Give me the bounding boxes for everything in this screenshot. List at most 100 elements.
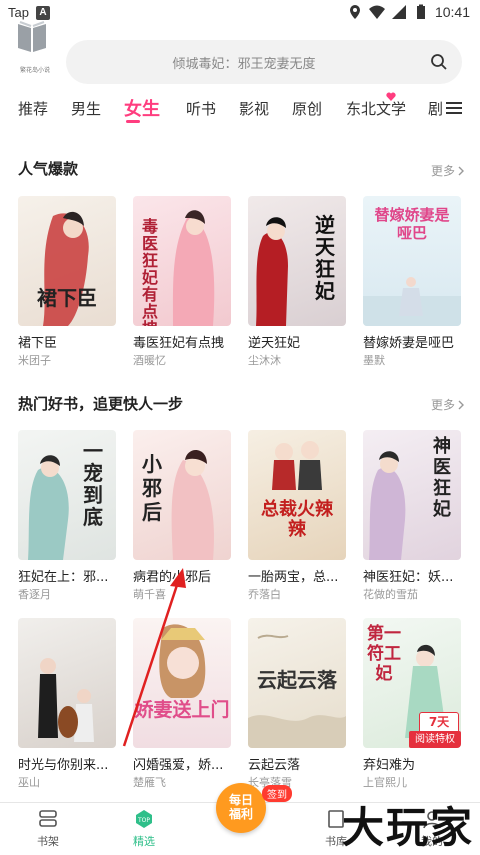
fab-line2: 福利 — [228, 807, 253, 821]
more-label: 更多 — [430, 164, 455, 178]
book-title: 裙下臣 — [18, 336, 58, 351]
book-card[interactable]: 时光与你别来... 巫山 — [18, 618, 116, 789]
book-author: 尘沐沐 — [248, 354, 281, 367]
book-cover[interactable]: 神医狂妃 — [363, 430, 461, 560]
search-placeholder: 倾城毒妃：邪王宠妻无度 — [172, 57, 316, 72]
book-cover[interactable]: 小邪后 — [133, 430, 231, 560]
tab-original[interactable]: 原创 — [292, 98, 322, 119]
cover-art — [38, 658, 94, 742]
tab-film[interactable]: 影视 — [239, 98, 269, 119]
wifi-icon — [368, 5, 385, 19]
book-author: 萌千喜 — [133, 588, 166, 601]
book-card[interactable]: 娇妻送上门 闪婚强爱，娇... 楚雁飞 — [133, 618, 231, 789]
book-cover[interactable]: 云起云落 — [248, 618, 346, 748]
book-title: 逆天狂妃 — [248, 336, 301, 351]
tab-recommend[interactable]: 推荐 — [18, 98, 48, 119]
book-title: 时光与你别来... — [18, 758, 109, 773]
book-card[interactable]: 裙下臣 裙下臣 米团子 — [18, 196, 116, 367]
book-cover[interactable]: 娇妻送上门 — [133, 618, 231, 748]
cover-title: 娇妻送上门 — [134, 699, 230, 721]
book-cover[interactable]: 逆天狂妃 — [248, 196, 346, 326]
featured-icon: TOP — [136, 810, 152, 828]
book-card[interactable]: 总裁火辣辣 一胎两宝，总... 乔落白 — [248, 430, 346, 601]
book-title: 替嫁娇妻是哑巴 — [363, 336, 455, 351]
book-cover[interactable]: 裙下臣 — [18, 196, 116, 326]
cover-title: 毒医狂妃有点拽 — [141, 217, 158, 326]
section-title-hot: 热门好书，追更快人一步 — [18, 395, 184, 413]
section-title-popular: 人气爆款 — [18, 160, 79, 178]
book-title: 毒医狂妃有点拽 — [133, 336, 225, 351]
book-card[interactable]: 逆天狂妃 逆天狂妃 尘沐沐 — [248, 196, 346, 367]
cover-title: 第一符工妃 — [367, 624, 401, 684]
book-cover[interactable]: 替嫁娇妻是哑巴 — [363, 196, 461, 326]
book-title: 狂妃在上：邪... — [18, 570, 109, 585]
book-author: 上官熙儿 — [363, 776, 407, 789]
nav-bookshelf[interactable]: 书架 — [18, 809, 78, 849]
cover-title: 裙下臣 — [37, 286, 97, 310]
chevron-right-icon — [458, 166, 464, 175]
status-right: 10:41 — [347, 4, 470, 20]
book-cover[interactable]: 毒医狂妃有点拽 — [133, 196, 231, 326]
book-card[interactable]: 神医狂妃 神医狂妃：妖... 花做的雪茄 — [363, 430, 461, 601]
book-title: 闪婚强爱，娇... — [133, 758, 224, 773]
book-card[interactable]: 云起云落 云起云落 长亭落雪 — [248, 618, 346, 789]
bookshelf-icon — [39, 810, 57, 827]
cover-title: 小邪后 — [142, 452, 162, 524]
heart-icon — [386, 92, 396, 101]
book-author: 香逐月 — [18, 588, 51, 601]
book-cover[interactable]: 一宠到底 — [18, 430, 116, 560]
category-tabs: 推荐 男生 女生 听书 影视 原创 东北文学 剧 — [0, 94, 480, 124]
book-author: 酒暖忆 — [133, 354, 166, 367]
cover-title: 逆天狂妃 — [315, 213, 335, 303]
book-card[interactable]: 毒医狂妃有点拽 毒医狂妃有点拽 酒暖忆 — [133, 196, 231, 367]
book-cover[interactable]: 总裁火辣辣 — [248, 430, 346, 560]
tab-male[interactable]: 男生 — [71, 98, 101, 119]
tab-northeast[interactable]: 东北文学 — [346, 98, 406, 119]
book-author: 楚雁飞 — [133, 776, 166, 789]
app-logo-icon[interactable] — [16, 18, 48, 54]
cover-title: 一宠到底 — [83, 439, 103, 529]
cover-title: 替嫁娇妻是哑巴 — [374, 206, 450, 242]
book-title: 一胎两宝，总... — [248, 570, 339, 585]
cover-art — [272, 441, 322, 490]
cover-art — [159, 624, 206, 698]
book-card[interactable]: 小邪后 病君的小邪后 萌千喜 — [133, 430, 231, 601]
book-title: 云起云落 — [248, 758, 301, 773]
daily-bonus-button[interactable]: 每日 福利 — [216, 783, 266, 833]
tab-audiobook[interactable]: 听书 — [186, 98, 216, 119]
badge-label: 阅读特权 — [409, 731, 461, 748]
status-bar: Tap A 10:41 — [0, 0, 480, 28]
watermark: 大玩家 — [341, 803, 474, 852]
tab-female[interactable]: 女生 — [124, 95, 160, 121]
book-title: 弃妇难为 — [363, 758, 416, 773]
app-logo-text: 繁花岛小说 — [19, 67, 50, 74]
book-card[interactable]: 第一符工妃 7天 阅读特权 弃妇难为 上官熙儿 — [363, 618, 461, 789]
menu-icon[interactable] — [446, 101, 462, 115]
book-title: 神医狂妃：妖... — [363, 570, 454, 585]
book-cover[interactable]: 第一符工妃 7天 阅读特权 — [363, 618, 461, 748]
svg-text:TOP: TOP — [137, 817, 150, 824]
status-time: 10:41 — [434, 4, 470, 20]
book-author: 花做的雪茄 — [363, 588, 418, 601]
book-author: 墨默 — [363, 354, 385, 367]
location-icon — [349, 5, 360, 19]
search-bar[interactable]: 倾城毒妃：邪王宠妻无度 — [66, 40, 462, 84]
more-link-hot[interactable]: 更多 — [431, 396, 464, 413]
reading-privilege-badge[interactable]: 7天 阅读特权 — [409, 712, 461, 748]
more-label: 更多 — [430, 398, 455, 412]
search-icon[interactable] — [430, 53, 448, 71]
cover-title: 神医狂妃 — [433, 436, 451, 520]
book-card[interactable]: 一宠到底 狂妃在上：邪... 香逐月 — [18, 430, 116, 601]
tab-drama[interactable]: 剧 — [428, 98, 443, 119]
more-link-popular[interactable]: 更多 — [431, 162, 464, 179]
nav-featured[interactable]: TOP 精选 — [114, 809, 174, 849]
nav-label: 精选 — [133, 835, 155, 848]
chevron-right-icon — [458, 400, 464, 409]
nav-label: 书架 — [37, 835, 59, 848]
checkin-tag: 签到 — [262, 785, 292, 802]
fab-line1: 每日 — [228, 793, 253, 807]
book-card[interactable]: 替嫁娇妻是哑巴 替嫁娇妻是哑巴 墨默 — [363, 196, 461, 367]
cover-title: 云起云落 — [257, 668, 337, 692]
book-cover[interactable] — [18, 618, 116, 748]
book-title: 病君的小邪后 — [133, 570, 212, 585]
